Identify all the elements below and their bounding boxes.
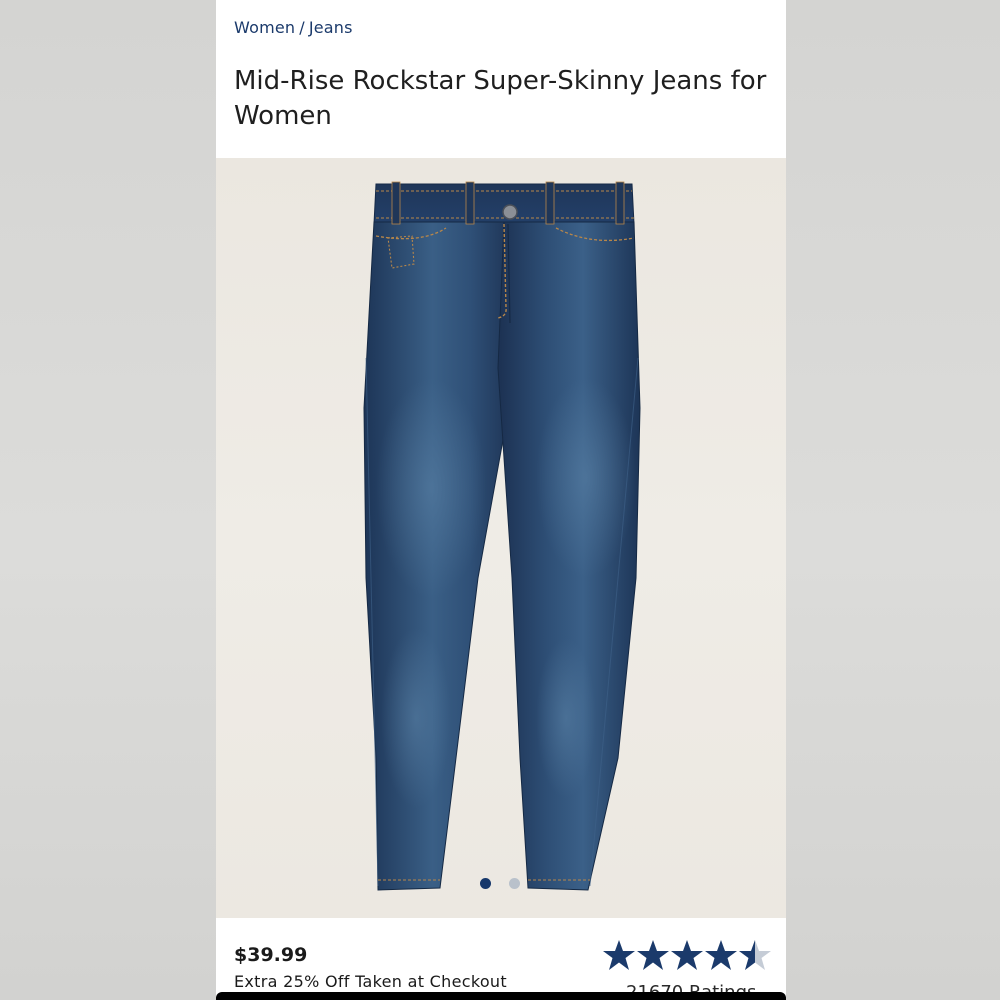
star-rating[interactable] [602,938,772,974]
star-icon [637,940,669,970]
star-half-fill-icon [739,940,755,970]
left-backdrop [0,0,216,1000]
promo-text: Extra 25% Off Taken at Checkout [234,972,507,991]
breadcrumb-jeans-link[interactable]: Jeans [309,18,353,37]
carousel-pagination [480,878,520,889]
product-page: Women / Jeans Mid-Rise Rockstar Super-Skin… [216,0,786,1000]
breadcrumb-separator: / [299,18,305,37]
star-icon [671,940,703,970]
star-icon [603,940,635,970]
breadcrumb: Women / Jeans [234,18,353,37]
carousel-dot-1[interactable] [480,878,491,889]
product-image-carousel[interactable] [216,158,786,918]
product-price: $39.99 [234,944,308,966]
star-icon [705,940,737,970]
bottom-toolbar-edge [216,992,786,1000]
jeans-product-image [363,181,641,891]
product-title: Mid-Rise Rockstar Super-Skinny Jeans for… [234,66,767,131]
breadcrumb-women-link[interactable]: Women [234,18,295,37]
right-backdrop [786,0,1000,1000]
carousel-dot-2[interactable] [509,878,520,889]
